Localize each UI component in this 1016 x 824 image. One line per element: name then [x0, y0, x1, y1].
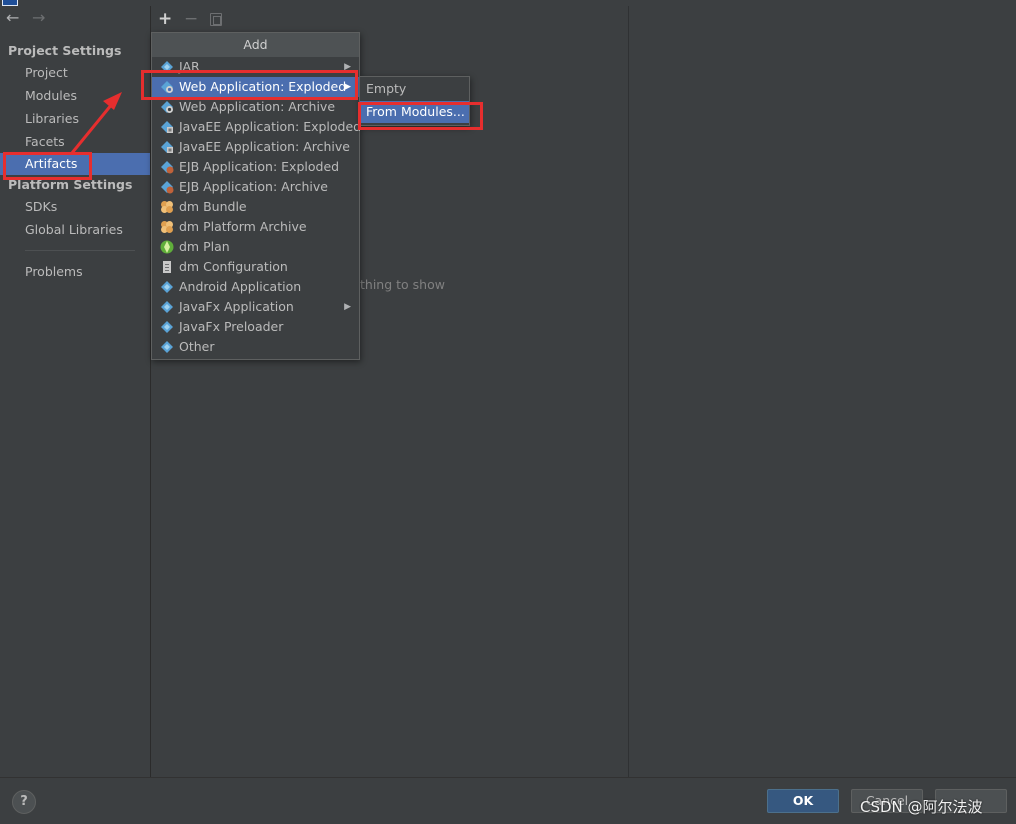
menu-item-label: Other — [179, 339, 215, 354]
menu-item-javaee-exploded[interactable]: JavaEE Application: Exploded — [152, 117, 362, 137]
ok-button[interactable]: OK — [767, 789, 839, 813]
menu-item-label: EJB Application: Archive — [179, 179, 328, 194]
sidebar-item-global-libraries[interactable]: Global Libraries — [0, 219, 150, 241]
artifact-details-panel — [629, 6, 1016, 777]
menu-item-javafx-application[interactable]: JavaFx Application ▶ — [152, 297, 359, 317]
forward-arrow-icon[interactable]: → — [32, 10, 45, 26]
menu-item-label: dm Configuration — [179, 259, 288, 274]
menu-item-dm-plan[interactable]: dm Plan — [152, 237, 359, 257]
sidebar-item-facets[interactable]: Facets — [0, 131, 150, 153]
menu-item-android-application[interactable]: Android Application — [152, 277, 359, 297]
help-button[interactable]: ? — [12, 790, 36, 814]
artifact-icon — [161, 341, 173, 353]
annotation-box-from-modules — [358, 102, 483, 130]
ejb-icon — [161, 181, 174, 194]
empty-list-text: thing to show — [360, 277, 445, 292]
menu-item-dm-configuration[interactable]: dm Configuration — [152, 257, 359, 277]
sidebar-item-sdks[interactable]: SDKs — [0, 196, 150, 218]
menu-item-javafx-preloader[interactable]: JavaFx Preloader — [152, 317, 359, 337]
menu-item-label: dm Plan — [179, 239, 230, 254]
menu-item-label: Android Application — [179, 279, 302, 294]
menu-item-web-application-archive[interactable]: Web Application: Archive — [152, 97, 359, 117]
sidebar-item-modules[interactable]: Modules — [0, 85, 150, 107]
annotation-box-artifacts — [3, 152, 92, 180]
watermark: CSDN @阿尔法波 — [860, 798, 983, 816]
menu-item-ejb-archive[interactable]: EJB Application: Archive — [152, 177, 359, 197]
menu-item-label: EJB Application: Exploded — [179, 159, 340, 174]
javaee-icon — [161, 141, 173, 153]
menu-item-label: JavaEE Application: Archive — [179, 139, 350, 154]
dm-bundle-icon — [161, 201, 173, 213]
submenu-item-empty[interactable]: Empty — [360, 78, 469, 100]
menu-item-label: JavaFx Preloader — [179, 319, 284, 334]
ejb-icon — [161, 161, 174, 174]
web-artifact-icon — [161, 101, 173, 113]
plus-icon[interactable]: + — [158, 10, 172, 28]
artifact-icon — [161, 301, 173, 313]
minus-icon[interactable]: − — [184, 10, 198, 28]
sidebar-divider — [25, 250, 135, 251]
dm-config-icon — [163, 261, 171, 273]
dm-bundle-icon — [161, 221, 173, 233]
menu-item-javaee-archive[interactable]: JavaEE Application: Archive — [152, 137, 359, 157]
menu-item-label: Web Application: Archive — [179, 99, 336, 114]
menu-item-dm-platform-archive[interactable]: dm Platform Archive — [152, 217, 359, 237]
artifact-icon — [161, 321, 173, 333]
annotation-box-web-exploded — [141, 70, 358, 100]
menu-item-label: JavaEE Application: Exploded — [179, 119, 362, 134]
artifact-icon — [161, 281, 173, 293]
menu-item-dm-bundle[interactable]: dm Bundle — [152, 197, 359, 217]
menu-item-label: dm Bundle — [179, 199, 247, 214]
javaee-icon — [161, 121, 173, 133]
menu-item-label: JavaFx Application — [179, 299, 294, 314]
menu-title: Add — [152, 33, 359, 57]
dm-plan-icon — [160, 240, 174, 254]
back-arrow-icon[interactable]: ← — [6, 10, 19, 26]
submenu-arrow-icon: ▶ — [344, 302, 351, 312]
menu-item-label: dm Platform Archive — [179, 219, 307, 234]
sidebar-item-libraries[interactable]: Libraries — [0, 108, 150, 130]
copy-icon[interactable] — [210, 13, 222, 26]
menu-item-other[interactable]: Other — [152, 337, 359, 357]
section-header-project-settings: Project Settings — [8, 43, 122, 58]
sidebar-item-project[interactable]: Project — [0, 62, 150, 84]
sidebar-item-problems[interactable]: Problems — [0, 261, 150, 283]
menu-item-ejb-exploded[interactable]: EJB Application: Exploded — [152, 157, 359, 177]
